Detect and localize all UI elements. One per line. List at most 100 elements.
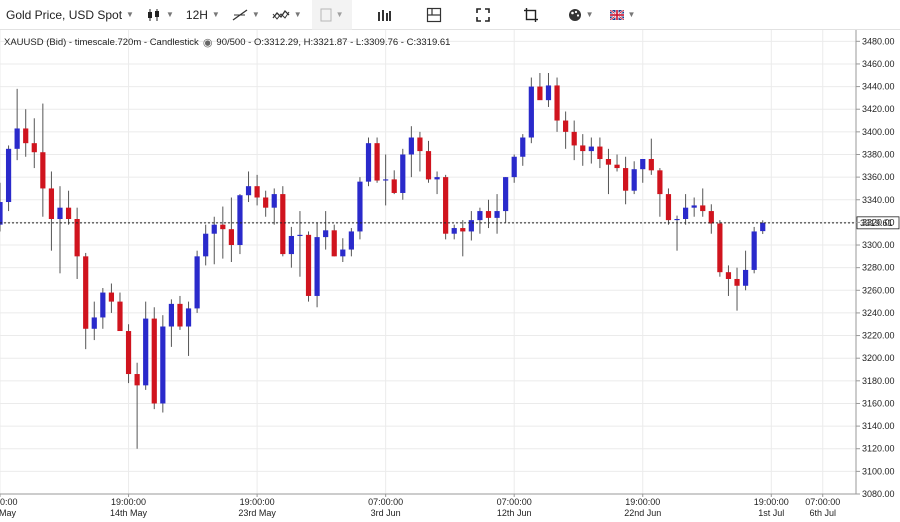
candle-body-down xyxy=(177,303,183,327)
y-tick-label: 3140.00 xyxy=(862,421,895,431)
candle-body-up xyxy=(760,222,766,232)
uk-flag-icon xyxy=(609,9,624,20)
candle xyxy=(348,228,354,257)
interval-selector[interactable]: 12H ▼ xyxy=(180,0,226,30)
y-tick-label: 3080.00 xyxy=(862,489,895,499)
indicators-button[interactable]: ▼ xyxy=(266,0,308,30)
candle xyxy=(623,156,629,205)
candle-body-up xyxy=(168,303,174,327)
candle-body-down xyxy=(725,272,732,279)
candle xyxy=(125,324,132,384)
candle xyxy=(288,226,294,268)
candle xyxy=(631,161,637,195)
legend-counter: 90/500 xyxy=(216,37,246,48)
candle xyxy=(280,186,286,257)
candle xyxy=(65,190,72,225)
candle xyxy=(245,171,252,203)
candle-body-up xyxy=(297,234,303,236)
drawing-tools-button[interactable]: ▼ xyxy=(226,0,266,30)
candle xyxy=(5,145,12,212)
crop-button[interactable] xyxy=(518,0,544,30)
candle-body-up xyxy=(194,256,200,309)
candle-body-down xyxy=(331,230,337,257)
chart-legend: XAUUSD (Bid) - timescale.720m - Candlest… xyxy=(4,36,451,49)
palette-icon xyxy=(568,8,581,21)
y-tick-label: 3440.00 xyxy=(862,82,895,92)
candle xyxy=(134,362,140,449)
y-tick-label: 3480.00 xyxy=(862,36,895,46)
candle xyxy=(14,88,20,161)
candle xyxy=(477,207,483,234)
candle-body-up xyxy=(340,249,346,257)
candle xyxy=(648,138,654,175)
candle xyxy=(340,238,346,262)
layout-icon xyxy=(426,7,441,22)
candle xyxy=(185,301,192,356)
candle xyxy=(271,188,277,225)
candle xyxy=(365,137,372,187)
candle-body-up xyxy=(91,317,97,329)
candle-body-up xyxy=(383,179,389,181)
candle-body-up xyxy=(674,218,680,221)
candle-body-down xyxy=(151,318,157,404)
y-tick-label: 3180.00 xyxy=(862,376,895,386)
candle-body-down xyxy=(563,120,569,132)
candle xyxy=(108,283,115,313)
candle xyxy=(83,252,89,350)
layout-button[interactable] xyxy=(420,0,448,30)
candle xyxy=(220,206,226,259)
candle-body-up xyxy=(348,231,354,250)
candle-body-up xyxy=(503,177,509,212)
candle xyxy=(254,174,260,206)
instrument-selector[interactable]: Gold Price, USD Spot ▼ xyxy=(0,0,140,30)
y-tick-label: 3160.00 xyxy=(862,398,895,408)
disabled-tool-button[interactable]: ▼ xyxy=(311,0,352,30)
candle-body-down xyxy=(571,131,577,146)
y-tick-label: 3460.00 xyxy=(862,59,895,69)
candle-body-down xyxy=(623,168,629,191)
indicators-icon xyxy=(272,9,290,20)
candlestick-icon xyxy=(147,8,159,21)
chevron-down-icon: ▼ xyxy=(165,10,174,19)
bars-button[interactable] xyxy=(370,0,398,30)
candle-body-up xyxy=(520,137,526,157)
candlestick-chart[interactable]: 3319.61 3080.003100.003120.003140.003160… xyxy=(0,30,900,522)
x-tick-time: 19:00:00 xyxy=(240,497,275,507)
candle-body-down xyxy=(537,86,543,101)
candle xyxy=(563,111,569,149)
candle xyxy=(691,197,697,217)
candle-body-down xyxy=(425,151,432,180)
chart-type-selector[interactable]: ▼ xyxy=(140,0,180,30)
legend-high: H:3321.87 xyxy=(303,37,348,48)
chart-candles xyxy=(0,73,766,449)
candle-body-down xyxy=(228,229,234,246)
candle xyxy=(468,211,474,241)
eye-icon[interactable]: ◉ xyxy=(203,36,213,49)
candle xyxy=(228,197,234,262)
fullscreen-button[interactable] xyxy=(470,0,496,30)
x-tick-time: 07:00:00 xyxy=(805,497,840,507)
candle-body-down xyxy=(417,137,423,152)
candle-body-up xyxy=(211,224,217,234)
time-axis: 19:00:005th May19:00:0014th May19:00:002… xyxy=(0,493,856,518)
candle xyxy=(460,220,466,257)
candle-body-down xyxy=(460,228,466,232)
candle xyxy=(48,171,55,251)
candle xyxy=(211,216,217,265)
chevron-down-icon: ▼ xyxy=(211,10,220,19)
candle-body-up xyxy=(57,207,63,219)
candle xyxy=(323,211,329,250)
x-tick-date: 22nd Jun xyxy=(624,508,661,518)
y-tick-label: 3280.00 xyxy=(862,263,895,273)
x-tick-date: 6th Jul xyxy=(809,508,836,518)
candle-body-down xyxy=(374,143,380,181)
language-button[interactable]: ▼ xyxy=(604,0,642,30)
candle-body-up xyxy=(408,137,414,155)
candle-body-up xyxy=(160,326,166,404)
chart-grid xyxy=(0,30,856,495)
candle-body-down xyxy=(74,218,80,257)
candle xyxy=(23,109,29,157)
candle xyxy=(314,222,320,308)
candle-body-up xyxy=(451,228,457,234)
theme-button[interactable]: ▼ xyxy=(562,0,600,30)
